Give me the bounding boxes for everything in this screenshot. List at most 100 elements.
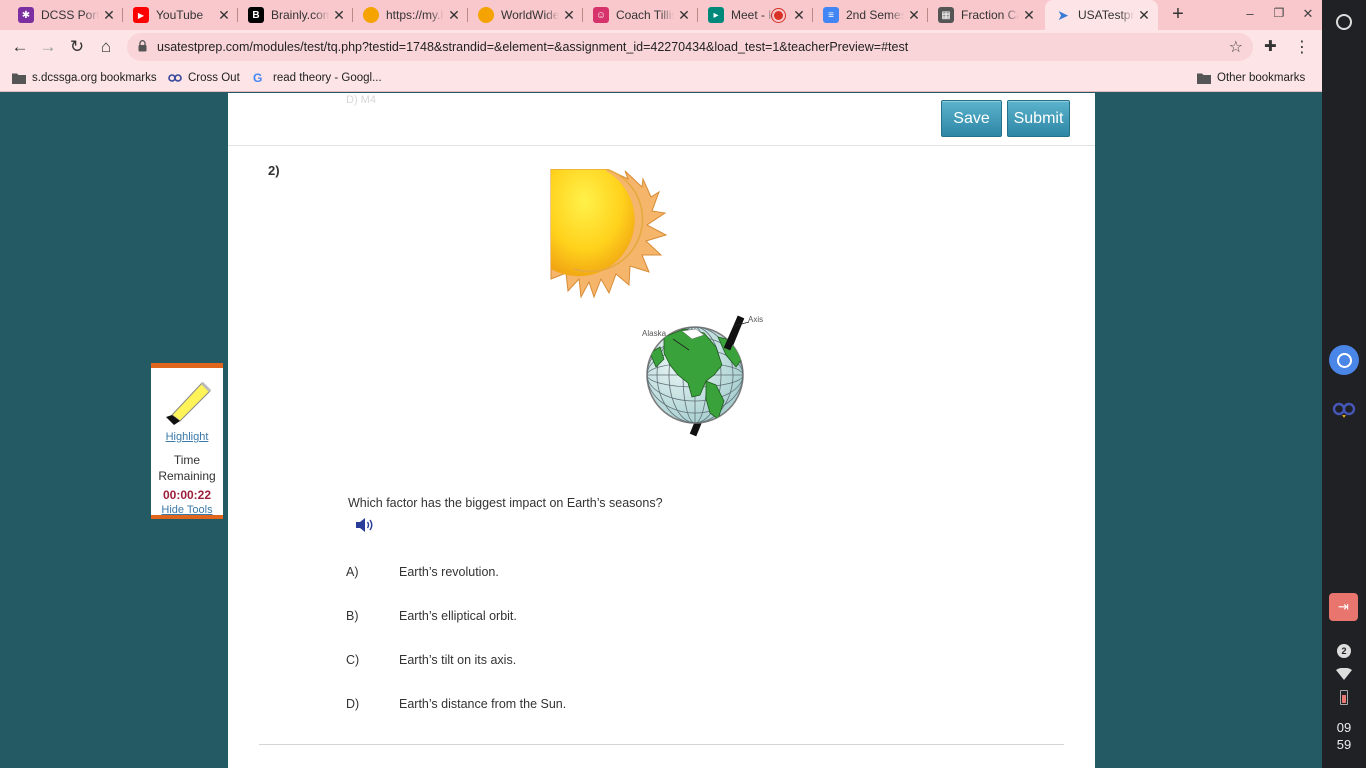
alaska-label: Alaska — [642, 329, 667, 338]
choice-text: Earth’s elliptical orbit. — [399, 609, 517, 623]
other-bookmarks-label: Other bookmarks — [1217, 72, 1306, 84]
speaker-icon[interactable] — [354, 516, 374, 534]
choice-letter: C) — [346, 653, 360, 667]
question-number: 2) — [268, 163, 280, 178]
previous-question-remnant: D) M4 — [346, 94, 376, 106]
close-tab-icon[interactable]: ✕ — [1021, 7, 1037, 24]
choice-b[interactable]: B) Earth’s elliptical orbit. — [346, 609, 517, 627]
hide-tools-link[interactable]: Hide Tools — [151, 504, 223, 516]
web-icon — [478, 7, 494, 23]
reload-icon[interactable]: ↻ — [67, 37, 87, 57]
bookmark-label: read theory - Googl... — [273, 72, 382, 84]
exit-icon[interactable]: ⇥ — [1329, 593, 1358, 621]
calculator-icon: ▦ — [938, 7, 954, 23]
tab-youtube[interactable]: ▶ YouTube ✕ — [123, 0, 238, 30]
dcss-icon: ✱ — [18, 7, 34, 23]
close-tab-icon[interactable]: ✕ — [906, 7, 922, 24]
tab-strip: ✱ DCSS Portal ✕ ▶ YouTube ✕ B Brainly.co… — [0, 0, 1322, 30]
restore-icon[interactable]: ❐ — [1269, 6, 1289, 24]
test-action-bar: D) M4 Save Submit — [228, 93, 1095, 146]
back-icon[interactable]: ← — [10, 37, 30, 57]
extensions-icon[interactable]: ✚ — [1264, 37, 1282, 57]
close-tab-icon[interactable]: ✕ — [331, 7, 347, 24]
launcher-icon[interactable] — [1336, 14, 1352, 30]
tab-brainly[interactable]: B Brainly.com ✕ — [238, 0, 353, 30]
tab-title: https://my.l — [386, 8, 444, 22]
question-text: Which factor has the biggest impact on E… — [348, 496, 663, 510]
choice-a[interactable]: A) Earth’s revolution. — [346, 565, 499, 583]
test-panel: D) M4 Save Submit 2) Alaska Axis Which f… — [228, 93, 1095, 768]
submit-button[interactable]: Submit — [1007, 100, 1070, 137]
youtube-icon: ▶ — [133, 7, 149, 23]
owl-icon[interactable] — [1331, 398, 1357, 420]
tab-my-l[interactable]: https://my.l ✕ — [353, 0, 468, 30]
tab-title: Fraction Ca — [961, 8, 1019, 22]
owl-icon — [168, 74, 182, 82]
google-icon: G — [253, 71, 263, 85]
close-tab-icon[interactable]: ✕ — [101, 7, 117, 24]
close-tab-icon[interactable]: ✕ — [1136, 7, 1152, 24]
wifi-icon[interactable] — [1336, 668, 1352, 680]
recording-icon — [774, 10, 783, 20]
close-tab-icon[interactable]: ✕ — [791, 7, 807, 24]
highlight-link[interactable]: Highlight — [151, 431, 223, 443]
close-tab-icon[interactable]: ✕ — [446, 7, 462, 24]
earth-globe-icon: Alaska Axis — [642, 315, 763, 437]
browser-menu-icon[interactable]: ⋮ — [1294, 37, 1310, 57]
forward-icon[interactable]: → — [38, 37, 58, 57]
tab-fraction-calculator[interactable]: ▦ Fraction Ca ✕ — [928, 0, 1043, 30]
clock-hour[interactable]: 09 — [1322, 720, 1366, 735]
tab-title: USATestprep — [1078, 8, 1134, 22]
choice-text: Earth’s tilt on its axis. — [399, 653, 517, 667]
tab-title: WorldWideT — [501, 8, 559, 22]
bookmark-cross-out[interactable]: Cross Out — [168, 69, 240, 87]
save-button[interactable]: Save — [941, 100, 1002, 137]
sun-icon — [550, 169, 668, 299]
address-bar[interactable]: usatestprep.com/modules/test/tq.php?test… — [127, 33, 1253, 61]
battery-icon[interactable] — [1340, 690, 1348, 705]
web-icon — [363, 7, 379, 23]
tab-dcss-portal[interactable]: ✱ DCSS Portal ✕ — [8, 0, 123, 30]
window-close-icon[interactable]: ✕ — [1298, 6, 1318, 24]
bookmark-folder-dcssga[interactable]: s.dcssga.org bookmarks — [12, 69, 157, 87]
choice-text: Earth’s revolution. — [399, 565, 499, 579]
question-divider — [259, 744, 1064, 745]
tab-title: Coach Tillis — [616, 8, 674, 22]
lock-icon — [138, 40, 147, 52]
bookmark-star-icon[interactable]: ☆ — [1229, 37, 1243, 57]
brainly-icon: B — [248, 7, 264, 23]
bookmarks-bar: s.dcssga.org bookmarks Cross Out G read … — [0, 64, 1322, 92]
home-icon[interactable]: ⌂ — [96, 37, 116, 57]
choice-d[interactable]: D) Earth’s distance from the Sun. — [346, 697, 566, 715]
bookmark-read-theory[interactable]: G read theory - Googl... — [253, 69, 382, 87]
close-tab-icon[interactable]: ✕ — [216, 7, 232, 24]
tab-2nd-semester[interactable]: ≡ 2nd Semest ✕ — [813, 0, 928, 30]
highlighter-icon[interactable] — [164, 377, 212, 425]
close-tab-icon[interactable]: ✕ — [561, 7, 577, 24]
browser-window: ✱ DCSS Portal ✕ ▶ YouTube ✕ B Brainly.co… — [0, 0, 1322, 768]
tab-title: Meet - k — [731, 8, 774, 22]
other-bookmarks[interactable]: Other bookmarks — [1197, 69, 1305, 87]
minimize-icon[interactable]: – — [1240, 6, 1260, 24]
tab-meet[interactable]: ▸ Meet - k ✕ — [698, 0, 813, 30]
os-shelf: ⇥ 2 09 59 — [1322, 0, 1366, 768]
tab-title: YouTube — [156, 8, 204, 22]
clock-minute[interactable]: 59 — [1322, 737, 1366, 752]
tab-title: Brainly.com — [271, 8, 329, 22]
close-tab-icon[interactable]: ✕ — [676, 7, 692, 24]
folder-icon — [1197, 73, 1211, 84]
tab-worldwidet[interactable]: WorldWideT ✕ — [468, 0, 583, 30]
bookmark-label: s.dcssga.org bookmarks — [32, 72, 157, 84]
tab-title: 2nd Semest — [846, 8, 904, 22]
new-tab-button[interactable]: + — [1168, 4, 1188, 24]
choice-c[interactable]: C) Earth’s tilt on its axis. — [346, 653, 516, 671]
chrome-app-icon[interactable] — [1329, 345, 1359, 375]
meet-icon: ▸ — [708, 7, 724, 23]
choice-text: Earth’s distance from the Sun. — [399, 697, 567, 711]
choice-letter: B) — [346, 609, 359, 623]
tab-usatestprep[interactable]: ➤ USATestprep ✕ — [1045, 0, 1158, 30]
tab-coach-tillis[interactable]: ☺ Coach Tillis ✕ — [583, 0, 698, 30]
profile-icon: ☺ — [593, 7, 609, 23]
notification-count-badge[interactable]: 2 — [1337, 644, 1351, 658]
bookmark-label: Cross Out — [188, 72, 240, 84]
